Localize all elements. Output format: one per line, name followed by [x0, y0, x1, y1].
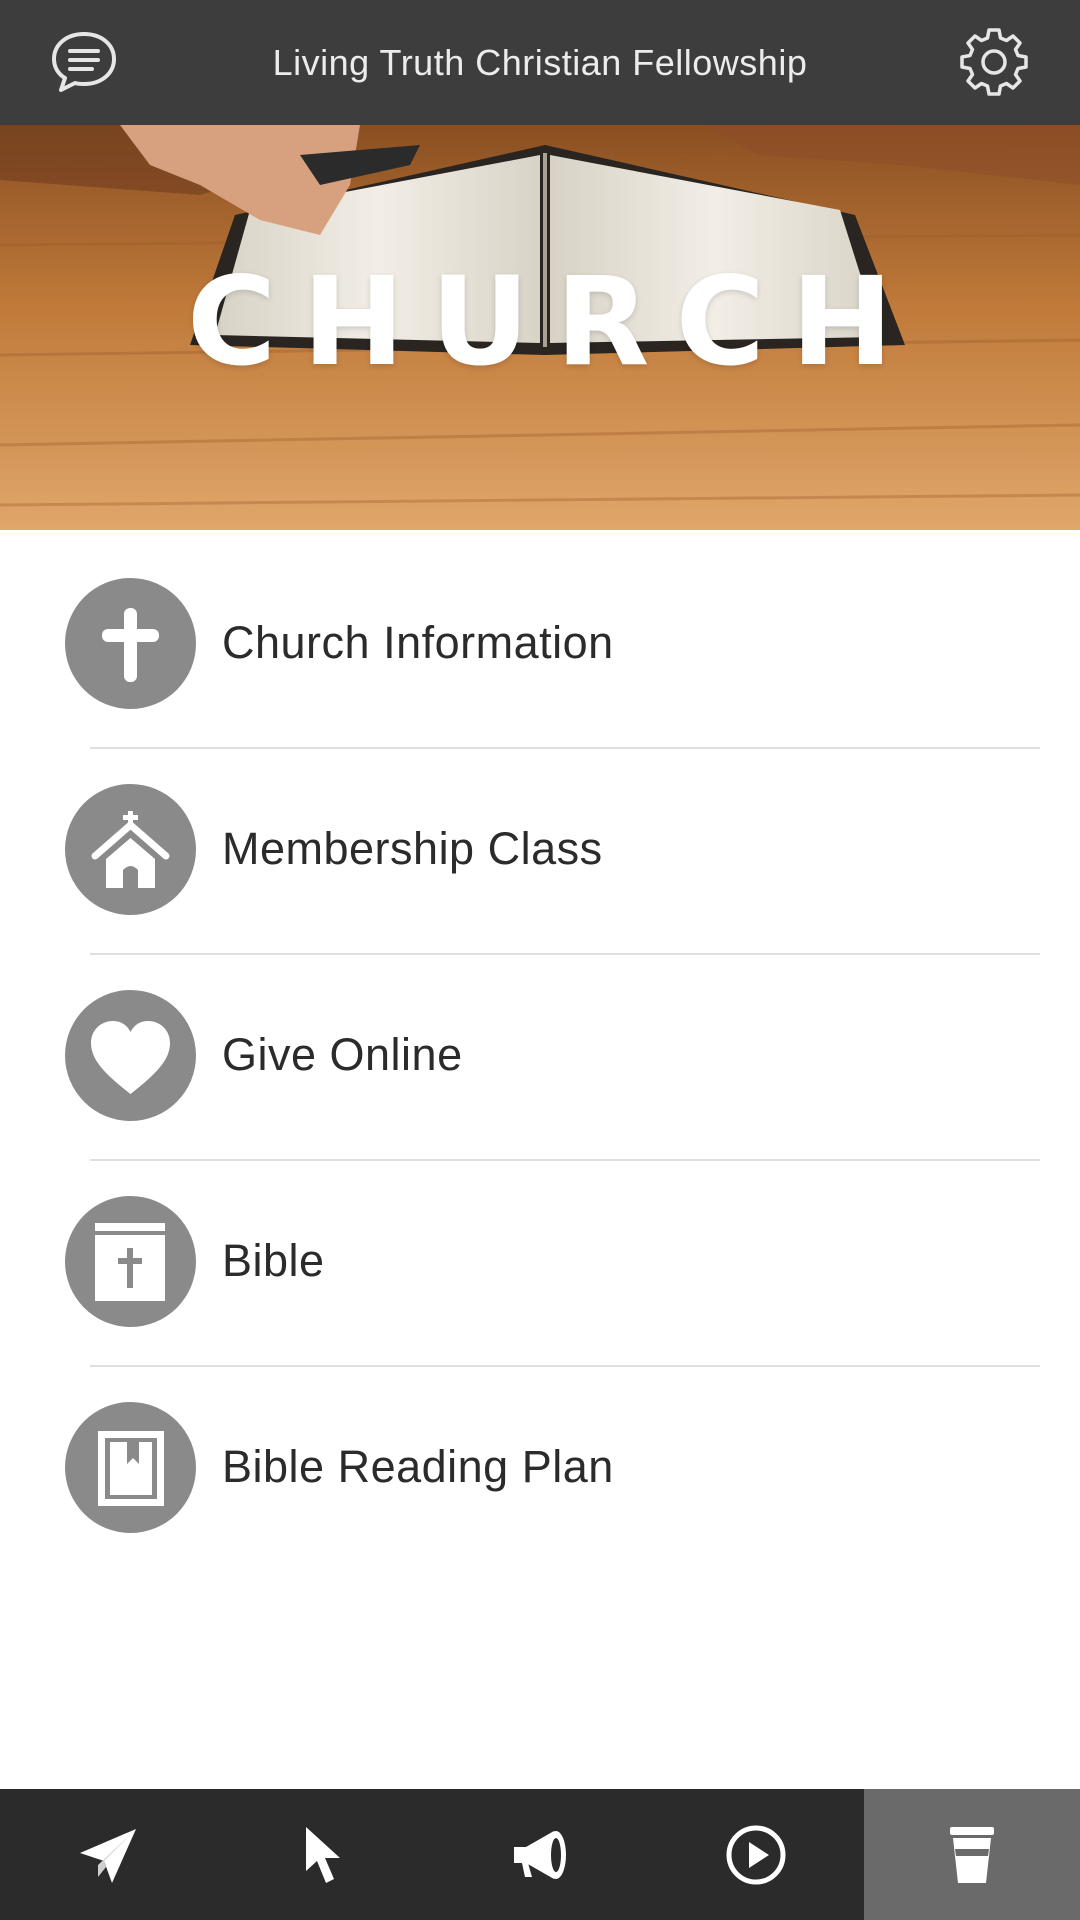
nav-church[interactable]: [864, 1789, 1080, 1920]
chat-button[interactable]: [48, 26, 120, 98]
bookmark-book-icon: [65, 1402, 196, 1533]
play-circle-icon: [726, 1825, 786, 1885]
nav-announcements[interactable]: [432, 1789, 648, 1920]
chapel-icon: [65, 784, 196, 915]
menu-item-bible-reading-plan[interactable]: Bible Reading Plan: [0, 1354, 1080, 1560]
app-title: Living Truth Christian Fellowship: [272, 42, 808, 83]
menu-item-label: Church Information: [222, 617, 614, 668]
menu-item-bible[interactable]: Bible: [0, 1148, 1080, 1367]
nav-pointer[interactable]: [216, 1789, 432, 1920]
menu-item-membership-class[interactable]: Membership Class: [0, 736, 1080, 955]
banner-title: CHURCH: [186, 251, 920, 393]
bible-icon: [65, 1196, 196, 1327]
menu-item-give-online[interactable]: Give Online: [0, 942, 1080, 1161]
menu-item-label: Bible: [222, 1235, 325, 1286]
bottom-nav: [0, 1789, 1080, 1920]
menu-item-label: Bible Reading Plan: [222, 1441, 614, 1492]
paper-plane-icon: [80, 1829, 136, 1883]
cup-icon: [950, 1827, 994, 1883]
menu-item-church-information[interactable]: Church Information: [0, 530, 1080, 749]
gear-icon: [960, 28, 1028, 96]
chat-bubble-icon: [52, 32, 116, 92]
app-screen: Living Truth Christian Fellowship CHURCH…: [0, 0, 1080, 1920]
top-bar: Living Truth Christian Fellowship: [0, 0, 1080, 125]
nav-media[interactable]: [648, 1789, 864, 1920]
settings-button[interactable]: [958, 26, 1030, 98]
nav-send[interactable]: [0, 1789, 216, 1920]
cross-icon: [65, 578, 196, 709]
megaphone-icon: [514, 1831, 566, 1879]
heart-icon: [65, 990, 196, 1121]
menu-item-label: Give Online: [222, 1029, 463, 1080]
menu-item-label: Membership Class: [222, 823, 603, 874]
church-banner: CHURCH: [0, 125, 1080, 530]
pointer-icon: [306, 1827, 340, 1883]
